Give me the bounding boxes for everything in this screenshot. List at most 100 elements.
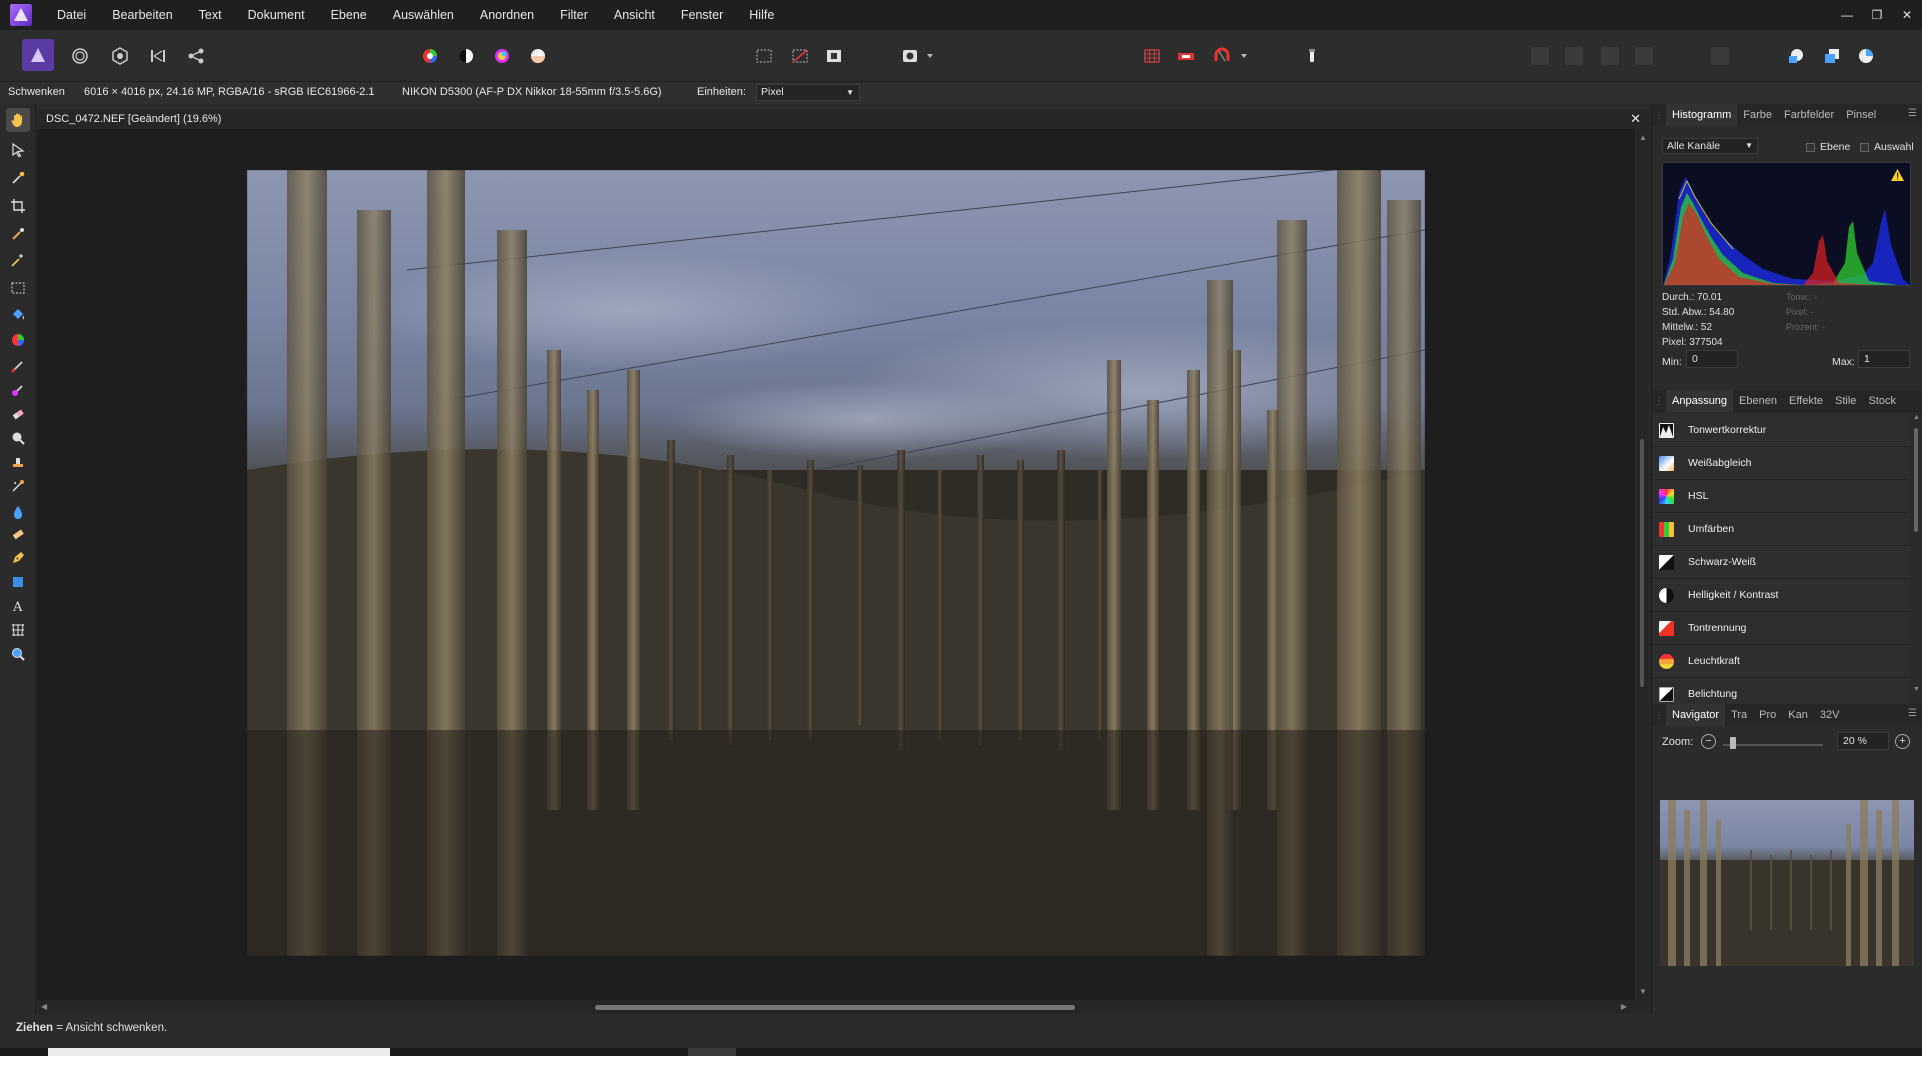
marquee-tool-icon[interactable] <box>8 278 28 298</box>
tab-pinsel[interactable]: Pinsel <box>1840 104 1882 126</box>
menu-fenster[interactable]: Fenster <box>681 8 723 22</box>
tab-ebenen[interactable]: Ebenen <box>1733 390 1783 412</box>
auto-colors-icon[interactable] <box>488 42 516 70</box>
arrange-backward-icon[interactable] <box>1560 42 1588 70</box>
flood-fill-tool-icon[interactable] <box>8 304 28 324</box>
taskbar-search-box[interactable] <box>48 1048 390 1056</box>
adjustment-scroll-thumb[interactable] <box>1914 428 1918 532</box>
auto-white-balance-icon[interactable] <box>524 42 552 70</box>
auto-contrast-icon[interactable] <box>452 42 480 70</box>
erase-brush-tool-icon[interactable] <box>8 404 28 424</box>
tab-32bit[interactable]: 32V <box>1814 704 1846 726</box>
zoom-slider[interactable] <box>1723 744 1823 746</box>
develop-persona-icon[interactable] <box>106 42 134 70</box>
clone-brush-tool-icon[interactable] <box>8 452 28 472</box>
layer-checkbox[interactable]: Ebene <box>1806 141 1850 153</box>
deselect-icon[interactable] <box>786 42 814 70</box>
zoom-input[interactable]: 20 % <box>1837 732 1889 750</box>
menu-bearbeiten[interactable]: Bearbeiten <box>112 8 172 22</box>
scroll-right-icon[interactable]: ▶ <box>1621 1002 1627 1011</box>
photo-persona-icon[interactable] <box>22 39 54 71</box>
pan-tool-icon[interactable] <box>6 108 30 132</box>
scroll-up-icon[interactable]: ▲ <box>1639 133 1647 142</box>
menu-text[interactable]: Text <box>199 8 222 22</box>
checkbox-box[interactable] <box>1860 142 1869 152</box>
restore-icon[interactable]: ❐ <box>1862 0 1892 30</box>
menu-hilfe[interactable]: Hilfe <box>749 8 774 22</box>
menu-dokument[interactable]: Dokument <box>248 8 305 22</box>
layers-studio-icon[interactable] <box>1818 42 1846 70</box>
personas-studio-icon[interactable] <box>1782 42 1810 70</box>
zoom-in-icon[interactable]: + <box>1895 734 1910 749</box>
align-icon[interactable] <box>1706 42 1734 70</box>
tab-effekte[interactable]: Effekte <box>1783 390 1829 412</box>
adjustment-posterize[interactable]: Tontrennung <box>1652 612 1910 645</box>
mesh-warp-tool-icon[interactable] <box>8 620 28 640</box>
context-toggle-icon[interactable] <box>1298 42 1326 70</box>
tab-navigator[interactable]: Navigator <box>1666 704 1726 726</box>
snapping-dropdown-icon[interactable] <box>1236 42 1252 70</box>
menu-anordnen[interactable]: Anordnen <box>480 8 534 22</box>
adjustment-scrollbar[interactable]: ▲ ▼ <box>1912 414 1920 698</box>
assistant-icon[interactable] <box>1172 42 1200 70</box>
pen-tool-icon[interactable] <box>8 548 28 568</box>
invert-selection-icon[interactable] <box>820 42 848 70</box>
arrange-back-icon[interactable] <box>1526 42 1554 70</box>
adjustment-white-balance[interactable]: Weißabgleich <box>1652 447 1910 480</box>
zoom-tool-icon[interactable] <box>8 644 28 664</box>
scroll-down-icon[interactable]: ▼ <box>1639 987 1647 996</box>
tab-farbe[interactable]: Farbe <box>1737 104 1778 126</box>
channel-select[interactable]: Alle Kanäle ▼ <box>1662 138 1758 154</box>
vertical-scrollbar[interactable]: ▲ ▼ <box>1636 129 1649 1000</box>
color-picker-tool-icon[interactable] <box>8 168 28 188</box>
arrange-front-icon[interactable] <box>1630 42 1658 70</box>
adjustment-hsl[interactable]: HSL <box>1652 480 1910 513</box>
units-select[interactable]: Pixel ▼ <box>756 84 860 101</box>
scroll-up-icon[interactable]: ▲ <box>1913 414 1920 421</box>
move-tool-icon[interactable] <box>8 140 28 160</box>
panel-menu-icon[interactable]: ☰ <box>1908 708 1917 719</box>
view-studio-icon[interactable] <box>1852 42 1880 70</box>
arrange-forward-icon[interactable] <box>1596 42 1624 70</box>
dodge-brush-tool-icon[interactable] <box>8 428 28 448</box>
grid-icon[interactable] <box>1138 42 1166 70</box>
tab-history[interactable]: Pro <box>1753 704 1782 726</box>
document-image[interactable] <box>247 170 1425 956</box>
rectangle-tool-icon[interactable] <box>8 572 28 592</box>
scroll-down-icon[interactable]: ▼ <box>1913 686 1920 693</box>
export-persona-icon[interactable] <box>182 42 210 70</box>
menu-ebene[interactable]: Ebene <box>331 8 367 22</box>
panel-grip-icon[interactable]: ⋮ <box>1652 396 1666 407</box>
menu-datei[interactable]: Datei <box>57 8 86 22</box>
tab-anpassung[interactable]: Anpassung <box>1666 390 1734 412</box>
zoom-slider-knob[interactable] <box>1730 737 1736 749</box>
affinity-logo-icon[interactable] <box>10 4 32 26</box>
tab-stile[interactable]: Stile <box>1829 390 1862 412</box>
flood-select-tool-icon[interactable] <box>8 250 28 270</box>
horizontal-scroll-thumb[interactable] <box>595 1005 1075 1010</box>
adjustment-brightness-contrast[interactable]: Helligkeit / Kontrast <box>1652 579 1910 612</box>
liquify-persona-icon[interactable] <box>66 42 94 70</box>
crop-tool-icon[interactable] <box>8 196 28 216</box>
color-replacement-tool-icon[interactable] <box>8 380 28 400</box>
gradient-tool-icon[interactable] <box>8 330 28 350</box>
smudge-brush-tool-icon[interactable] <box>8 524 28 544</box>
auto-levels-icon[interactable] <box>416 42 444 70</box>
tab-farbfelder[interactable]: Farbfelder <box>1778 104 1840 126</box>
quick-mask-dropdown-icon[interactable] <box>922 42 938 70</box>
adjustment-black-white[interactable]: Schwarz-Weiß <box>1652 546 1910 579</box>
navigator-thumbnail[interactable] <box>1660 800 1914 966</box>
artistic-text-tool-icon[interactable]: A <box>8 596 28 616</box>
adjustment-levels[interactable]: Tonwertkorrektur <box>1652 414 1910 447</box>
paint-brush-tool-icon[interactable] <box>8 356 28 376</box>
blemish-removal-tool-icon[interactable] <box>8 476 28 496</box>
vertical-scroll-thumb[interactable] <box>1640 439 1644 687</box>
taskbar-app-button[interactable] <box>688 1048 736 1056</box>
menu-auswaehlen[interactable]: Auswählen <box>393 8 454 22</box>
clipping-warning-icon[interactable] <box>1891 169 1904 181</box>
close-window-icon[interactable]: ✕ <box>1892 0 1922 30</box>
horizontal-scrollbar[interactable]: ◀ ▶ <box>37 1000 1649 1014</box>
max-input[interactable]: 1 <box>1858 350 1910 368</box>
minimize-icon[interactable]: — <box>1832 0 1862 30</box>
menu-ansicht[interactable]: Ansicht <box>614 8 655 22</box>
